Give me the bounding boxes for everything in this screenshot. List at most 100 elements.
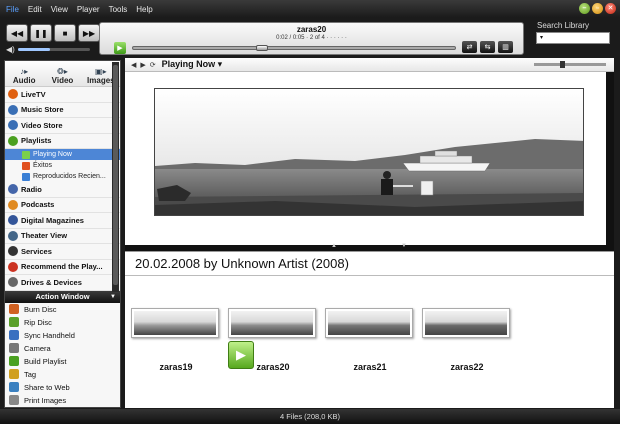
previous-button[interactable]: ◀◀ [6, 24, 28, 42]
thumbnail-image [328, 311, 410, 335]
sidebar-item-drives-devices[interactable]: Drives & Devices▸ [5, 275, 120, 291]
chevron-down-icon[interactable]: ▼ [401, 243, 407, 249]
sidebar-item-label: Services [21, 246, 52, 256]
sidebar-item-label: Podcasts [21, 200, 55, 210]
sidebar-item-recommend-the-play[interactable]: Recommend the Play... [5, 260, 120, 275]
sidebar-item-radio[interactable]: Radio [5, 182, 120, 198]
forward-icon[interactable]: ▶ [140, 61, 145, 69]
preview-scrollbar[interactable] [606, 72, 614, 245]
action-window-list: Burn Disc Rip Disc Sync Handheld Camera Buil… [5, 303, 120, 407]
action-share-to-web[interactable]: Share to Web [5, 381, 120, 394]
stop-icon: ■ [62, 28, 68, 38]
action-window-header[interactable]: Action Window ▼ [5, 290, 120, 303]
action-sync-handheld[interactable]: Sync Handheld [5, 329, 120, 342]
search-label: Search Library [537, 21, 590, 30]
speaker-icon[interactable]: ◀) [6, 45, 18, 54]
minimize-button[interactable]: – [579, 3, 590, 14]
refresh-icon[interactable]: ⟳ [150, 61, 156, 69]
play-indicator-icon[interactable]: ▶ [114, 42, 126, 54]
thumbnail-item[interactable]: zaras19 [131, 308, 221, 372]
action-label: Tag [24, 369, 37, 379]
menu-player[interactable]: Player [77, 5, 100, 14]
thumbnail-item[interactable]: zaras22 [422, 308, 512, 372]
menu-tools[interactable]: Tools [109, 5, 128, 14]
menu-view[interactable]: View [51, 5, 68, 14]
shuffle-icon[interactable]: ⇆ [480, 41, 495, 53]
action-label: Burn Disc [24, 304, 57, 314]
search-input[interactable]: ▾ [536, 32, 610, 44]
sidebar-item-label: Drives & Devices [21, 277, 82, 287]
action-print-images[interactable]: Print Images [5, 394, 120, 407]
maximize-button[interactable]: ▫ [592, 3, 603, 14]
category-audio[interactable]: ♪▸ Audio [5, 61, 43, 86]
status-bar: 4 Files (208,0 KB) [0, 409, 620, 424]
action-label: Build Playlist [24, 356, 67, 366]
sidebar-item-playlists[interactable]: Playlists▾ [5, 134, 120, 149]
sidebar-item-services[interactable]: Services▸ [5, 244, 120, 260]
sidebar-item-video-store[interactable]: Video Store [5, 118, 120, 134]
volume-slider[interactable] [18, 48, 90, 51]
category-label: Audio [12, 76, 36, 85]
location-breadcrumb[interactable]: Playing Now ▾ [162, 59, 223, 70]
antenna-icon [8, 184, 18, 195]
next-icon: ▶▶ [82, 28, 96, 38]
category-video[interactable]: ❂▸ Video [43, 61, 81, 86]
playlist-list: Playing Now Éxitos Reproducidos Recien... [5, 149, 120, 182]
playlist-item-xitos[interactable]: Éxitos [5, 160, 120, 171]
chevron-up-icon[interactable]: ▲ [331, 243, 337, 249]
sidebar-scrollbar[interactable] [112, 62, 119, 292]
thumbnail-image [231, 311, 313, 335]
thumbnail-frame[interactable] [325, 308, 413, 338]
gear-icon [8, 246, 18, 257]
chevron-down-icon[interactable]: ▼ [110, 294, 116, 300]
sidebar-item-livetv[interactable]: LiveTV [5, 87, 120, 103]
equalizer-icon[interactable]: ▥ [498, 41, 513, 53]
close-button[interactable]: ✕ [605, 3, 616, 14]
sidebar-item-label: Video Store [21, 120, 63, 130]
thumbnail-frame[interactable] [228, 308, 316, 338]
sidebar-item-digital-magazines[interactable]: Digital Magazines [5, 213, 120, 229]
thumbnail-frame[interactable] [131, 308, 219, 338]
menu-file[interactable]: File [6, 5, 19, 14]
play-overlay-icon[interactable]: ▶ [228, 341, 254, 369]
playlist-item-reproducidos-recien[interactable]: Reproducidos Recien... [5, 171, 120, 182]
nav-list-secondary: Radio Podcasts▸ Digital Magazines Theater V… [5, 182, 120, 291]
thumbnail-frame[interactable] [422, 308, 510, 338]
sidebar-item-theater-view[interactable]: Theater View [5, 229, 120, 244]
sidebar-scroll-thumb[interactable] [113, 65, 118, 285]
back-icon[interactable]: ◀ [131, 61, 136, 69]
sidebar-item-label: Theater View [21, 231, 68, 241]
note-icon: ♪▸ [20, 67, 29, 76]
zoom-slider[interactable] [534, 61, 606, 68]
repeat-icon[interactable]: ⇄ [462, 41, 477, 53]
action-build-playlist[interactable]: Build Playlist [5, 355, 120, 368]
action-tag[interactable]: Tag [5, 368, 120, 381]
sidebar-item-label: Playlists [21, 136, 52, 146]
thumbnail-label: zaras22 [450, 362, 484, 372]
action-rip-disc[interactable]: Rip Disc [5, 316, 120, 329]
now-playing-panel: zaras20 0:02 / 0:05 · 2 of 4 · · · · · ·… [99, 22, 524, 55]
nav-list: LiveTV Music Store Video Store Playlists▾ [5, 87, 120, 149]
build-playlist-icon [9, 356, 19, 366]
sidebar-item-music-store[interactable]: Music Store [5, 103, 120, 118]
next-button[interactable]: ▶▶ [78, 24, 100, 42]
playlist-icon [22, 172, 30, 181]
playlist-item-playing-now[interactable]: Playing Now [5, 149, 120, 160]
zoom-handle[interactable] [560, 61, 565, 68]
thumbnail-item[interactable]: zaras21 [325, 308, 415, 372]
menu-help[interactable]: Help [136, 5, 152, 14]
menu-edit[interactable]: Edit [28, 5, 42, 14]
camera-icon [9, 343, 19, 353]
action-camera[interactable]: Camera [5, 342, 120, 355]
album-title: 20.02.2008 by Unknown Artist (2008) [135, 256, 349, 271]
print-images-icon [9, 395, 19, 405]
thumbnail-strip: zaras19 zaras20 zaras21 zaras22 [125, 277, 614, 408]
seek-bar[interactable] [132, 45, 456, 51]
preview-photo[interactable] [154, 88, 584, 216]
stop-button[interactable]: ■ [54, 24, 76, 42]
action-burn-disc[interactable]: Burn Disc [5, 303, 120, 316]
sidebar-item-podcasts[interactable]: Podcasts▸ [5, 198, 120, 213]
seek-handle[interactable] [255, 45, 268, 51]
sidebar-item-label: LiveTV [21, 89, 46, 99]
pause-button[interactable]: ❚❚ [30, 24, 52, 42]
